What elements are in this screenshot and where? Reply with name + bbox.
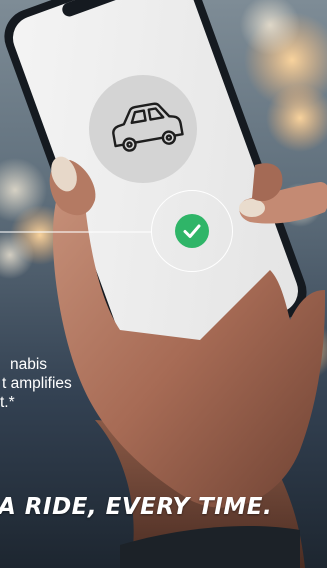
car-image-circle <box>89 75 197 183</box>
headline: A RIDE, EVERY TIME. <box>0 494 273 520</box>
check-button[interactable] <box>175 214 209 248</box>
disclaimer-text: nabis t amplifies t.* <box>0 355 90 412</box>
car-icon <box>112 102 184 152</box>
check-icon <box>183 224 201 238</box>
hero-photo <box>0 0 327 568</box>
disclaimer-line-2: t amplifies <box>2 375 72 392</box>
disclaimer-line-1: nabis <box>10 356 48 373</box>
disclaimer-line-3: t.* <box>0 394 15 411</box>
